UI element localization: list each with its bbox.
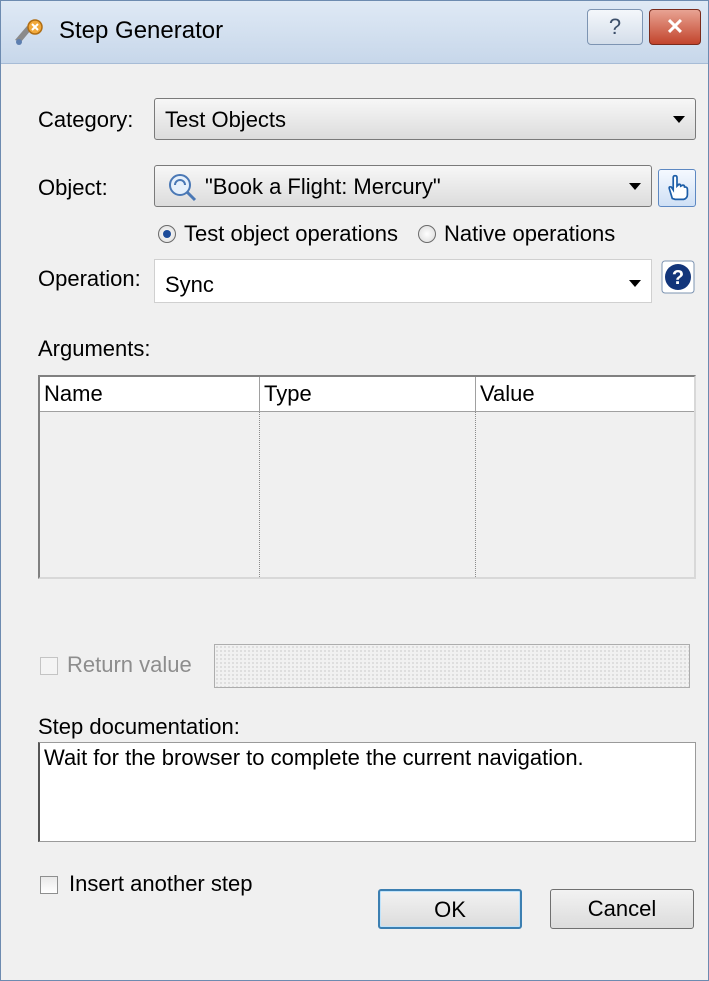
object-value: "Book a Flight: Mercury" (205, 174, 441, 199)
chevron-down-icon (629, 183, 641, 190)
native-operations-label[interactable]: Native operations (444, 221, 615, 247)
step-generator-icon (15, 19, 43, 45)
chevron-down-icon (673, 116, 685, 123)
category-value: Test Objects (165, 107, 287, 132)
step-documentation-text[interactable]: Wait for the browser to complete the cur… (38, 742, 696, 842)
arguments-label: Arguments: (38, 336, 151, 361)
return-value-checkbox[interactable] (40, 657, 58, 675)
test-object-operations-radio[interactable] (158, 225, 176, 243)
test-object-operations-label[interactable]: Test object operations (184, 221, 398, 247)
step-generator-dialog: Step Generator ? ✕ Category: Test Object… (0, 0, 709, 981)
operation-value: Sync (165, 272, 214, 297)
question-icon[interactable]: ? (661, 260, 695, 294)
close-button[interactable]: ✕ (649, 9, 701, 45)
ok-button[interactable]: OK (378, 889, 522, 929)
category-dropdown[interactable]: Test Objects (154, 98, 696, 140)
step-documentation-label: Step documentation: (38, 714, 240, 739)
object-label: Object: (38, 175, 108, 200)
column-header-type[interactable]: Type (260, 377, 476, 411)
category-label: Category: (38, 107, 134, 132)
chevron-down-icon (629, 280, 641, 287)
native-operations-radio[interactable] (418, 225, 436, 243)
arguments-table[interactable]: Name Type Value (38, 375, 696, 579)
pointing-hand-icon (668, 174, 689, 201)
cancel-button[interactable]: Cancel (550, 889, 694, 929)
select-object-button[interactable] (658, 169, 696, 207)
window-title: Step Generator (59, 17, 224, 44)
column-header-value[interactable]: Value (476, 377, 696, 411)
insert-another-step-label[interactable]: Insert another step (69, 871, 252, 897)
object-dropdown[interactable]: "Book a Flight: Mercury" (154, 165, 652, 207)
column-divider (259, 412, 260, 577)
svg-text:?: ? (672, 267, 684, 289)
column-header-name[interactable]: Name (40, 377, 260, 411)
insert-another-step-checkbox[interactable] (40, 876, 58, 894)
browser-object-icon (169, 174, 197, 202)
operation-label: Operation: (38, 266, 141, 291)
title-bar[interactable]: Step Generator ? ✕ (1, 1, 708, 64)
arguments-header: Name Type Value (40, 377, 694, 412)
return-value-field[interactable] (214, 644, 690, 688)
return-value-label: Return value (67, 652, 192, 677)
operation-dropdown[interactable]: Sync (154, 259, 652, 303)
help-title-button[interactable]: ? (587, 9, 643, 45)
column-divider (475, 412, 476, 577)
